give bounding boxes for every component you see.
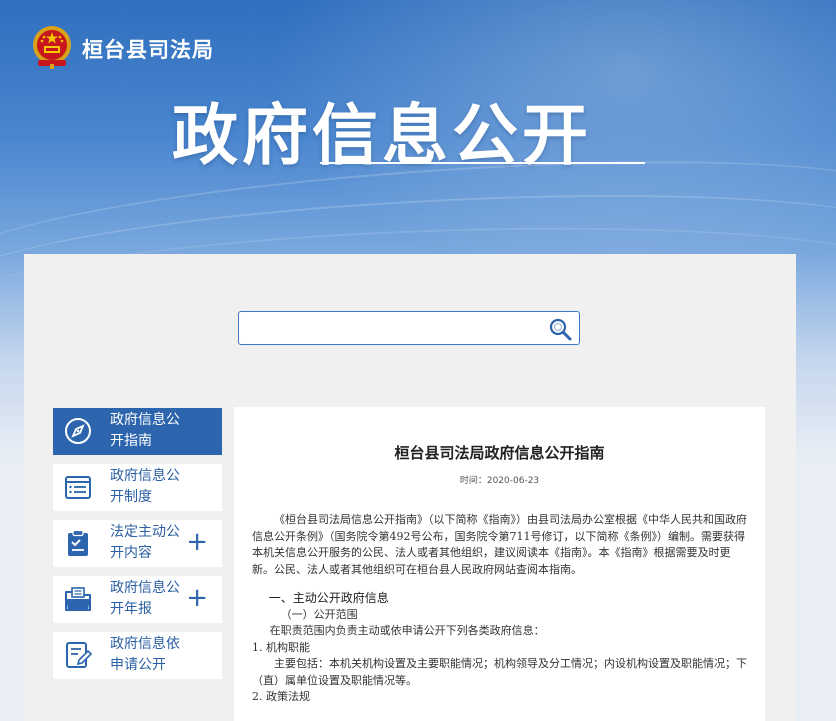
folder-icon xyxy=(65,587,91,611)
sidebar-item-label: 法定主动公开内容 xyxy=(110,524,180,561)
sidebar-item-active-disclosure[interactable]: 法定主动公开内容 + xyxy=(53,520,222,567)
sidebar-item-rules[interactable]: 政府信息公开制度 xyxy=(53,464,222,511)
form-edit-icon xyxy=(66,642,93,668)
banner-underline xyxy=(320,162,645,164)
article-panel: 桓台县司法局政府信息公开指南 时间：2020-06-23 《桓台县司法局信息公开… xyxy=(234,407,765,721)
sidebar-item-guide[interactable]: 政府信息公开指南 xyxy=(53,408,222,455)
sidebar-item-label: 政府信息依申请公开 xyxy=(110,636,180,673)
article-time: 时间：2020-06-23 xyxy=(459,476,540,486)
clipboard-icon xyxy=(68,529,88,556)
document-list-icon xyxy=(65,476,91,499)
article-body: 《桓台县司法局信息公开指南》（以下简称《指南》）由县司法局办公室根据《中华人民共… xyxy=(252,512,748,706)
list-item-heading: 2. 政策法规 xyxy=(252,690,310,703)
sidebar-item-application[interactable]: 政府信息依申请公开 xyxy=(53,632,222,679)
article-title: 桓台县司法局政府信息公开指南 xyxy=(394,444,605,462)
compass-icon xyxy=(65,418,91,444)
sidebar-item-annual-report[interactable]: 政府信息公开年报 + xyxy=(53,576,222,623)
site-name[interactable]: 桓台县司法局 xyxy=(82,34,214,64)
paragraph: 主要包括：本机关机构设置及主要职能情况；机构领导及分工情况；内设机构设置及职能情… xyxy=(252,657,747,687)
sidebar-item-label: 政府信息公开年报 xyxy=(110,580,180,617)
search-input[interactable] xyxy=(238,311,580,345)
paragraph: 在职责范围内负责主动或依申请公开下列各类政府信息： xyxy=(269,624,545,637)
sidebar-item-label: 政府信息公开制度 xyxy=(110,468,180,505)
section-heading: 一、主动公开政府信息 xyxy=(268,591,389,605)
search-icon[interactable] xyxy=(547,316,573,342)
list-item-heading: 1. 机构职能 xyxy=(252,640,310,654)
national-emblem-icon xyxy=(33,26,71,69)
expand-plus-icon[interactable]: + xyxy=(186,585,208,611)
sidebar-item-label: 政府信息公开指南 xyxy=(110,412,180,449)
expand-plus-icon[interactable]: + xyxy=(186,529,208,555)
subsection-heading: （一）公开范围 xyxy=(280,607,358,621)
article-intro: 《桓台县司法局信息公开指南》（以下简称《指南》）由县司法局办公室根据《中华人民共… xyxy=(252,513,747,576)
